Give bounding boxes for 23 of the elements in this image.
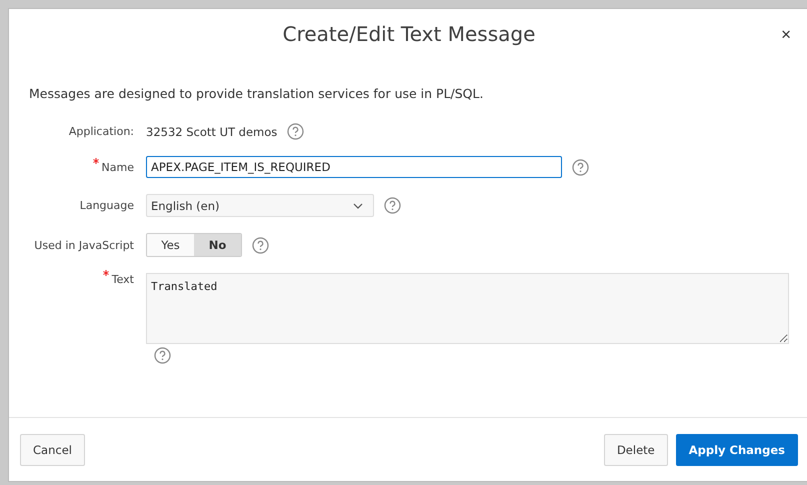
field-label: Name bbox=[102, 160, 134, 174]
help-icon[interactable] bbox=[154, 347, 171, 364]
toggle-option[interactable]: Yes bbox=[147, 234, 194, 256]
dialog-title: Create/Edit Text Message bbox=[282, 22, 536, 46]
language-select[interactable]: English (en) bbox=[146, 194, 374, 217]
chevron-down-icon bbox=[353, 202, 363, 208]
help-icon[interactable] bbox=[572, 158, 589, 176]
field-label: Application: bbox=[68, 125, 134, 138]
help-icon[interactable] bbox=[252, 236, 269, 254]
field-label: Used in JavaScript bbox=[34, 238, 134, 252]
button[interactable]: Cancel bbox=[20, 434, 85, 466]
application-value: 32532 Scott UT demos bbox=[146, 124, 278, 138]
field-label: Language bbox=[80, 199, 134, 212]
close-button[interactable]: × bbox=[777, 23, 795, 47]
help-icon[interactable] bbox=[287, 123, 304, 140]
button[interactable]: Delete bbox=[604, 434, 668, 466]
field-label: Text bbox=[112, 273, 134, 286]
primary-button[interactable]: Apply Changes bbox=[676, 434, 798, 466]
text-area[interactable]: Translated bbox=[146, 273, 789, 344]
toggle-option[interactable]: No bbox=[194, 234, 241, 256]
description-text: Messages are designed to provide translation services for use in PL/SQL. bbox=[29, 86, 484, 101]
name-field[interactable]: APEX.PAGE_ITEM_IS_REQUIRED bbox=[146, 156, 562, 178]
help-icon[interactable] bbox=[384, 197, 401, 214]
